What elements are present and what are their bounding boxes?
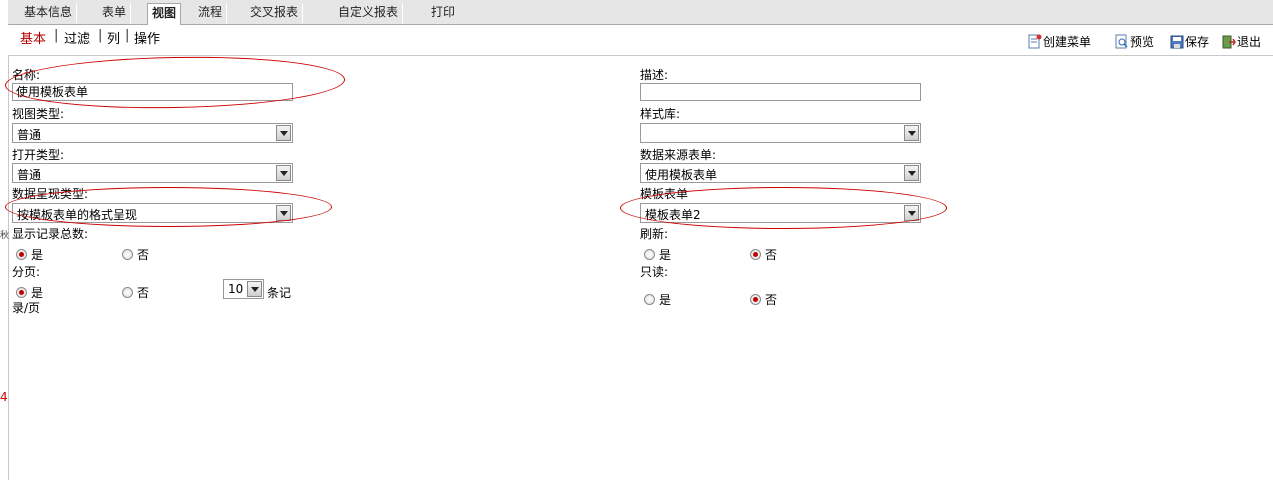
open-type-value: 普通: [17, 168, 42, 182]
show-total-no-radio[interactable]: 否: [122, 246, 149, 263]
tab-basic-info[interactable]: 基本信息: [20, 3, 78, 23]
exit-label: 退出: [1237, 34, 1262, 49]
refresh-no-radio[interactable]: 否: [750, 246, 777, 263]
side-mark: 4: [0, 390, 8, 404]
description-field[interactable]: [640, 83, 921, 101]
radio-unselected-icon: [122, 287, 133, 298]
open-type-label: 打开类型:: [12, 148, 65, 162]
annotation-oval: [5, 187, 332, 227]
show-total-yes-radio[interactable]: 是: [16, 246, 43, 263]
tab-print[interactable]: 打印: [427, 3, 459, 23]
tab-cross-report[interactable]: 交叉报表: [246, 3, 304, 23]
create-menu-button[interactable]: 创建菜单: [1028, 32, 1091, 50]
data-source-select[interactable]: 使用模板表单: [640, 163, 921, 183]
create-menu-label: 创建菜单: [1043, 34, 1092, 49]
readonly-no-radio[interactable]: 否: [750, 291, 777, 308]
left-frame-edge: 秋 4: [0, 0, 9, 480]
tab-flow[interactable]: 流程: [194, 3, 228, 23]
open-type-select[interactable]: 普通: [12, 163, 293, 183]
tab-bar: 基本信息 表单 视图 流程 交叉报表 自定义报表 打印: [8, 0, 1273, 26]
save-button[interactable]: 保存: [1170, 32, 1209, 50]
radio-label: 否: [137, 286, 150, 300]
paging-label: 分页:: [12, 265, 41, 279]
view-type-value: 普通: [17, 128, 42, 142]
radio-selected-icon: [16, 249, 27, 260]
view-type-select[interactable]: 普通: [12, 123, 293, 143]
page-size-select[interactable]: 10: [223, 279, 264, 299]
tab-form[interactable]: 表单: [98, 3, 132, 23]
radio-selected-icon: [750, 294, 761, 305]
data-source-value: 使用模板表单: [645, 168, 718, 182]
radio-label: 否: [765, 248, 778, 262]
subtab-columns[interactable]: 列: [107, 28, 120, 47]
readonly-yes-radio[interactable]: 是: [644, 291, 671, 308]
subtab-basic[interactable]: 基本: [20, 28, 46, 47]
radio-label: 否: [137, 248, 150, 262]
refresh-label: 刷新:: [640, 227, 669, 241]
annotation-oval: [620, 187, 947, 229]
preview-icon: [1115, 34, 1129, 49]
refresh-yes-radio[interactable]: 是: [644, 246, 671, 263]
subtab-filter[interactable]: 过滤: [64, 28, 90, 47]
separator: |: [54, 28, 59, 43]
save-icon: [1170, 34, 1184, 49]
page-size-suffix: 条记: [267, 286, 292, 300]
exit-icon: [1222, 34, 1236, 49]
data-source-label: 数据来源表单:: [640, 148, 717, 162]
radio-unselected-icon: [644, 294, 655, 305]
page-size-suffix-wrap: 录/页: [12, 301, 41, 315]
annotation-oval: [4, 54, 346, 111]
radio-label: 否: [765, 293, 778, 307]
tab-view[interactable]: 视图: [147, 3, 182, 26]
style-library-label: 样式库:: [640, 107, 681, 121]
radio-selected-icon: [16, 287, 27, 298]
page-size-value: 10: [228, 282, 244, 296]
side-mark: 秋: [0, 231, 10, 241]
preview-label: 预览: [1130, 34, 1155, 49]
radio-label: 是: [659, 293, 672, 307]
show-total-label: 显示记录总数:: [12, 227, 89, 241]
sub-tab-bar: 基本 | 过滤 | 列 | 操作 创建菜单 预览 保存 退出: [8, 25, 1273, 56]
radio-unselected-icon: [644, 249, 655, 260]
separator: |: [98, 28, 103, 43]
exit-button[interactable]: 退出: [1222, 32, 1261, 50]
subtab-actions[interactable]: 操作: [134, 28, 160, 47]
radio-label: 是: [31, 248, 44, 262]
radio-label: 是: [659, 248, 672, 262]
view-type-label: 视图类型:: [12, 107, 65, 121]
description-label: 描述:: [640, 68, 669, 82]
paging-no-radio[interactable]: 否: [122, 284, 149, 301]
chevron-down-icon[interactable]: [904, 125, 919, 141]
chevron-down-icon[interactable]: [247, 281, 262, 297]
readonly-label: 只读:: [640, 265, 669, 279]
save-label: 保存: [1185, 34, 1210, 49]
chevron-down-icon[interactable]: [276, 165, 291, 181]
style-library-select[interactable]: [640, 123, 921, 143]
radio-selected-icon: [750, 249, 761, 260]
preview-button[interactable]: 预览: [1115, 32, 1154, 50]
document-new-icon: [1028, 34, 1042, 49]
tab-custom-report[interactable]: 自定义报表: [334, 3, 404, 23]
separator: |: [125, 28, 130, 43]
chevron-down-icon[interactable]: [904, 165, 919, 181]
radio-unselected-icon: [122, 249, 133, 260]
chevron-down-icon[interactable]: [276, 125, 291, 141]
